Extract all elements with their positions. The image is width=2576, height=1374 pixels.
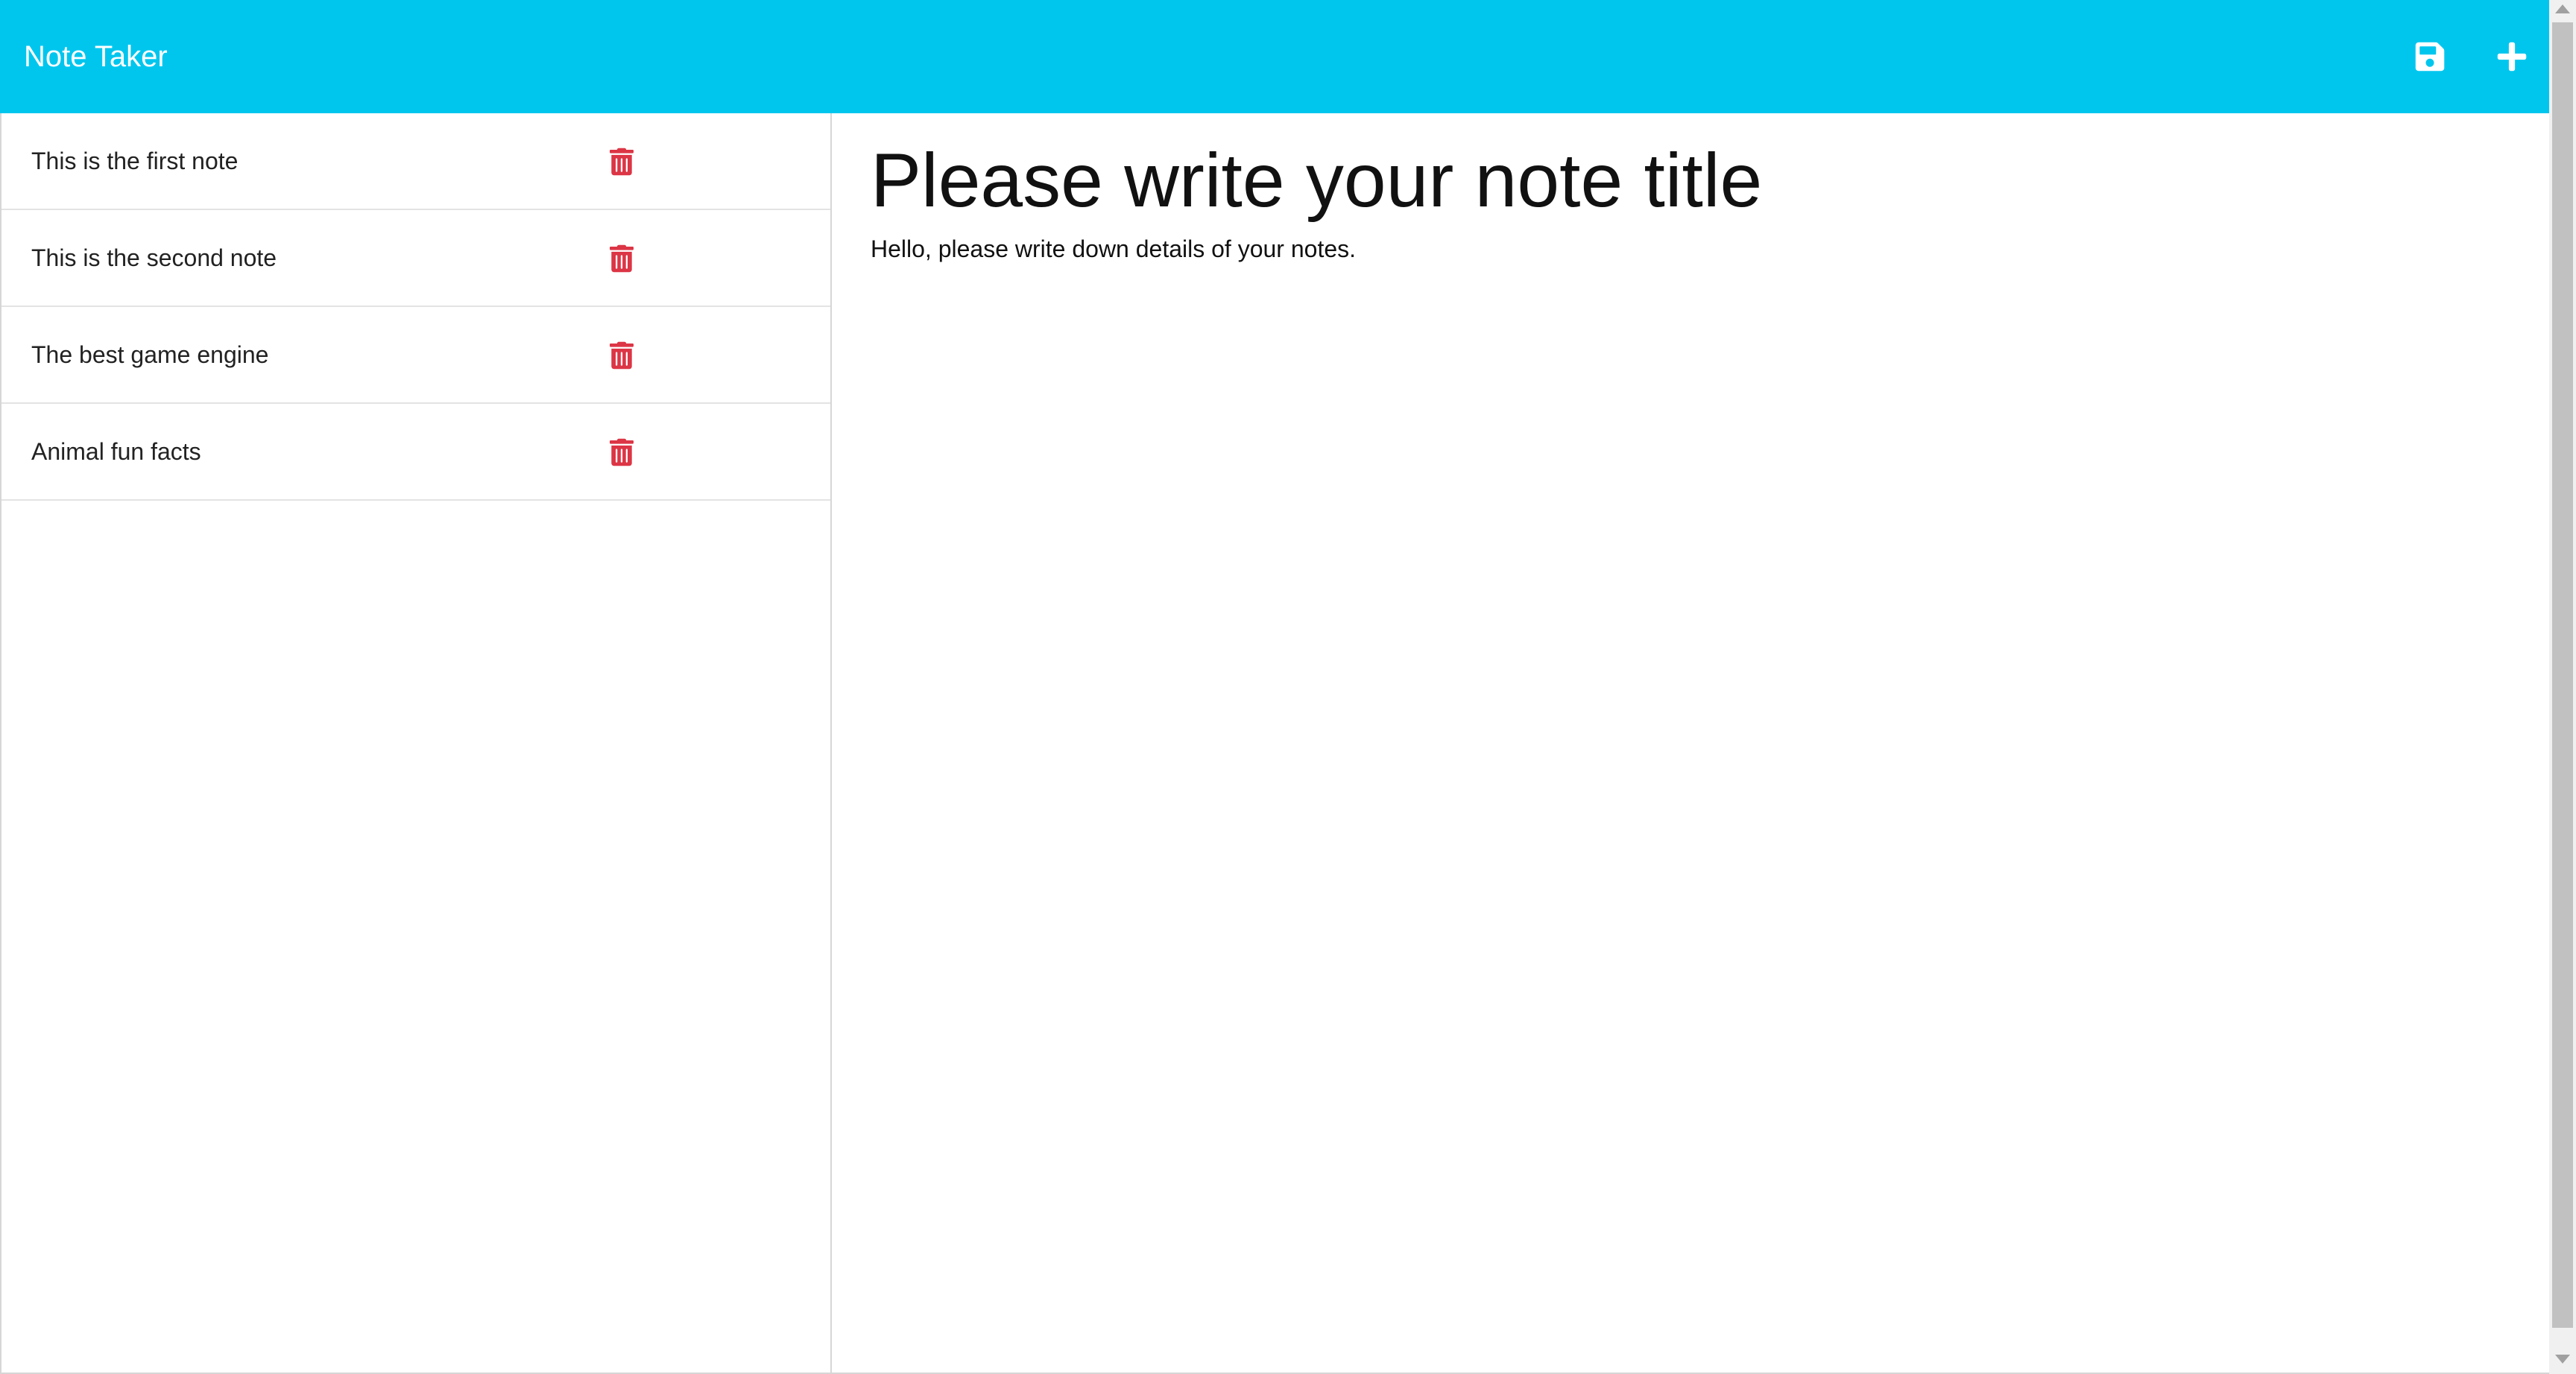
scroll-up-arrow-icon[interactable] <box>2555 4 2570 13</box>
note-editor: Please write your note title Hello, plea… <box>832 113 2549 1374</box>
trash-icon[interactable] <box>607 145 637 179</box>
navbar: Note Taker <box>0 0 2549 113</box>
trash-icon[interactable] <box>607 241 637 276</box>
note-taker-app: Note Taker This is the first note This i… <box>0 0 2576 1374</box>
app-brand[interactable]: Note Taker <box>24 39 168 75</box>
note-list-item[interactable]: This is the first note <box>1 113 830 210</box>
note-body-textarea[interactable]: Hello, please write down details of your… <box>871 234 1356 264</box>
scrollbar-thumb[interactable] <box>2552 22 2573 1328</box>
plus-icon <box>2497 42 2527 72</box>
note-list-item-title: Animal fun facts <box>31 438 201 465</box>
note-list-item-title: This is the first note <box>31 148 239 174</box>
note-list-item[interactable]: This is the second note <box>1 210 830 307</box>
trash-icon[interactable] <box>607 435 637 469</box>
trash-icon[interactable] <box>607 338 637 373</box>
notes-sidebar: This is the first note This is the secon… <box>0 113 832 1374</box>
note-list-item-title: This is the second note <box>31 244 277 271</box>
page-scrollbar[interactable] <box>2549 0 2576 1374</box>
note-list-item-title: The best game engine <box>31 341 269 368</box>
save-icon <box>2415 42 2445 72</box>
note-title-input[interactable]: Please write your note title <box>871 136 1762 225</box>
note-list-item[interactable]: Animal fun facts <box>1 404 830 501</box>
note-list-item[interactable]: The best game engine <box>1 307 830 404</box>
new-note-icon[interactable] <box>2488 33 2536 80</box>
note-list: This is the first note This is the secon… <box>1 113 830 501</box>
save-note-icon[interactable] <box>2406 33 2454 80</box>
scroll-down-arrow-icon[interactable] <box>2555 1355 2570 1364</box>
